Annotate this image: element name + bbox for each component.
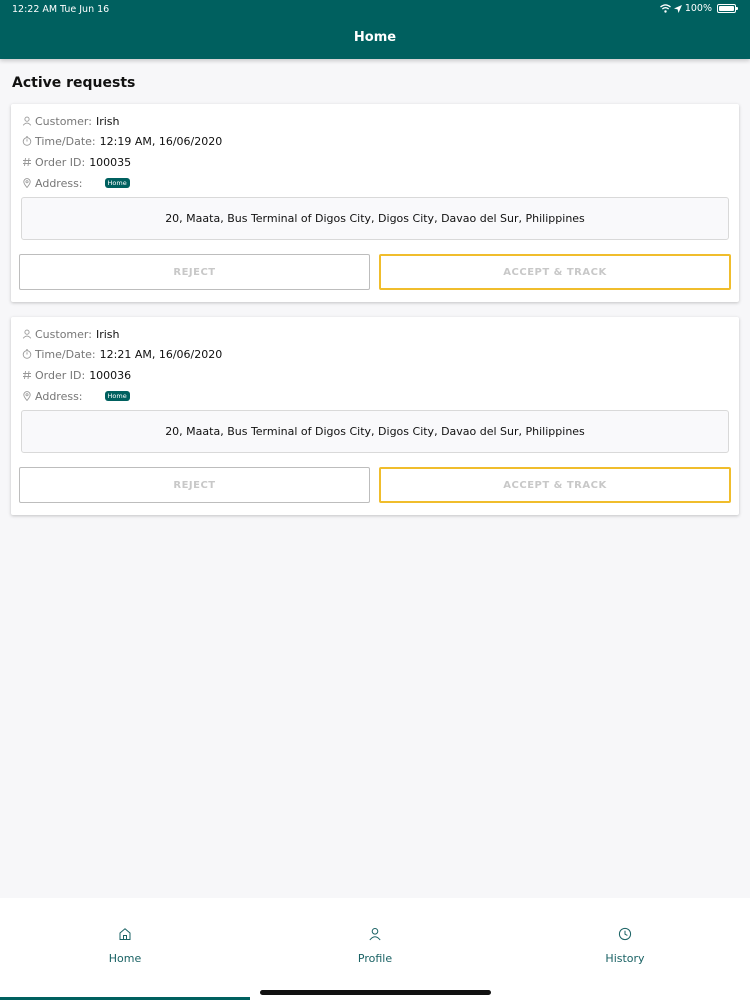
time-value: 12:19 AM, 16/06/2020 <box>99 134 223 148</box>
customer-label: Customer: <box>35 327 92 341</box>
home-icon <box>0 927 250 943</box>
address-label: Address: <box>35 389 83 403</box>
location-pin-icon <box>21 177 33 189</box>
customer-name: Irish <box>95 114 120 128</box>
accept-track-button[interactable]: ACCEPT & TRACK <box>379 254 731 290</box>
customer-label: Customer: <box>35 114 92 128</box>
address-row: Address: Home <box>21 388 130 404</box>
status-date: Tue Jun 16 <box>60 4 110 15</box>
customer-row: Customer: Irish <box>21 113 119 129</box>
section-title: Active requests <box>12 75 136 91</box>
timer-icon <box>21 348 33 360</box>
reject-button[interactable]: REJECT <box>19 254 370 290</box>
user-icon <box>250 927 500 943</box>
nav-home[interactable]: Home <box>0 898 250 1000</box>
clock-icon <box>500 927 750 943</box>
request-card: Customer: Irish Time/Date: 12:19 AM, 16/… <box>11 104 739 302</box>
order-id: 100035 <box>89 155 132 169</box>
home-indicator <box>260 990 491 995</box>
address-tag-badge: Home <box>104 391 130 401</box>
location-pin-icon <box>21 390 33 402</box>
status-indicators: 100% <box>659 3 738 14</box>
timer-icon <box>21 135 33 147</box>
hash-icon <box>21 369 33 381</box>
time-label: Time/Date: <box>35 134 96 148</box>
customer-name: Irish <box>95 327 120 341</box>
nav-home-label: Home <box>108 952 142 965</box>
address-label: Address: <box>35 176 83 190</box>
nav-profile-label: Profile <box>357 952 393 965</box>
time-label: Time/Date: <box>35 347 96 361</box>
user-icon <box>21 115 33 127</box>
location-arrow-icon <box>673 4 682 13</box>
order-id: 100036 <box>89 368 132 382</box>
customer-row: Customer: Irish <box>21 326 119 342</box>
address-box: 20, Maata, Bus Terminal of Digos City, D… <box>21 410 729 453</box>
address-tag-badge: Home <box>104 178 130 188</box>
address-row: Address: Home <box>21 175 130 191</box>
status-time: 12:22 AM <box>12 4 58 15</box>
nav-profile[interactable]: Profile <box>250 898 500 1000</box>
address-box: 20, Maata, Bus Terminal of Digos City, D… <box>21 197 729 240</box>
order-label: Order ID: <box>35 155 86 169</box>
wifi-icon <box>659 4 671 13</box>
time-value: 12:21 AM, 16/06/2020 <box>99 347 223 361</box>
status-bar: 12:22 AM Tue Jun 16 100% <box>0 0 750 18</box>
accept-track-button[interactable]: ACCEPT & TRACK <box>379 467 731 503</box>
nav-history[interactable]: History <box>500 898 750 1000</box>
order-row: Order ID: 100036 <box>21 367 131 383</box>
nav-history-label: History <box>605 952 645 965</box>
user-icon <box>21 328 33 340</box>
bottom-nav: Home Profile History <box>0 898 750 1000</box>
page-title: Home <box>353 30 397 45</box>
hash-icon <box>21 156 33 168</box>
time-row: Time/Date: 12:19 AM, 16/06/2020 <box>21 133 222 149</box>
order-label: Order ID: <box>35 368 86 382</box>
reject-button[interactable]: REJECT <box>19 467 370 503</box>
request-card: Customer: Irish Time/Date: 12:21 AM, 16/… <box>11 317 739 515</box>
battery-icon <box>717 4 738 13</box>
app-header: 12:22 AM Tue Jun 16 100% Home <box>0 0 750 59</box>
battery-percent: 100% <box>684 3 712 14</box>
time-row: Time/Date: 12:21 AM, 16/06/2020 <box>21 346 222 362</box>
order-row: Order ID: 100035 <box>21 154 131 170</box>
